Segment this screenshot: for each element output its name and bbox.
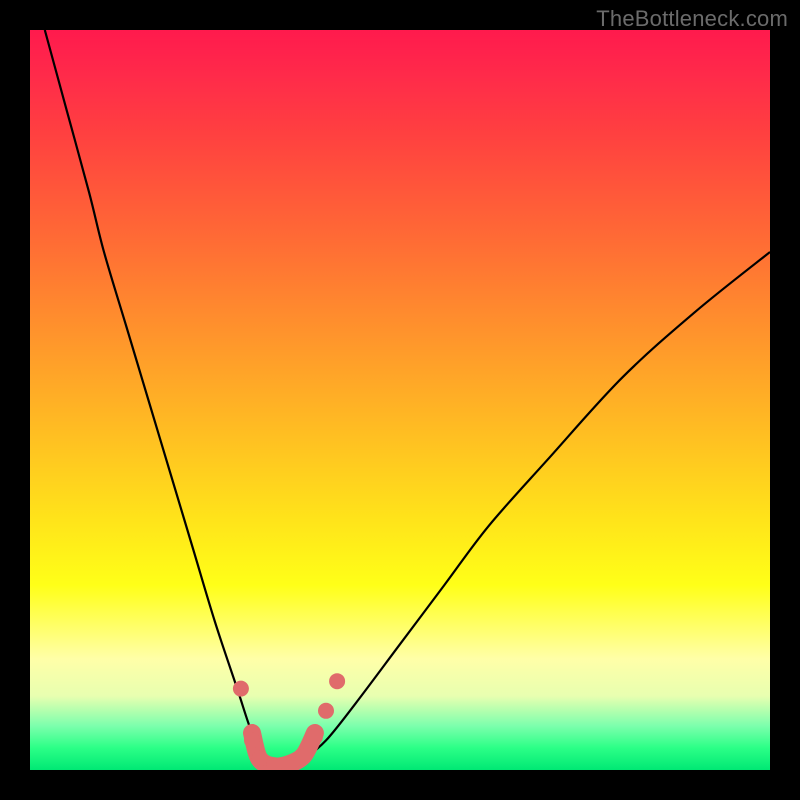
highlight-dot bbox=[329, 673, 345, 689]
highlight-dot bbox=[307, 729, 323, 745]
chart-frame: TheBottleneck.com bbox=[0, 0, 800, 800]
bottleneck-curve bbox=[45, 30, 770, 770]
plot-area bbox=[30, 30, 770, 770]
highlight-dot bbox=[244, 732, 260, 748]
curve-svg bbox=[30, 30, 770, 770]
highlight-dot bbox=[233, 681, 249, 697]
highlight-dot bbox=[318, 703, 334, 719]
watermark-text: TheBottleneck.com bbox=[596, 6, 788, 32]
bottleneck-curve-path bbox=[45, 30, 770, 770]
highlight-dot bbox=[251, 751, 267, 767]
highlight-dot bbox=[296, 749, 312, 765]
